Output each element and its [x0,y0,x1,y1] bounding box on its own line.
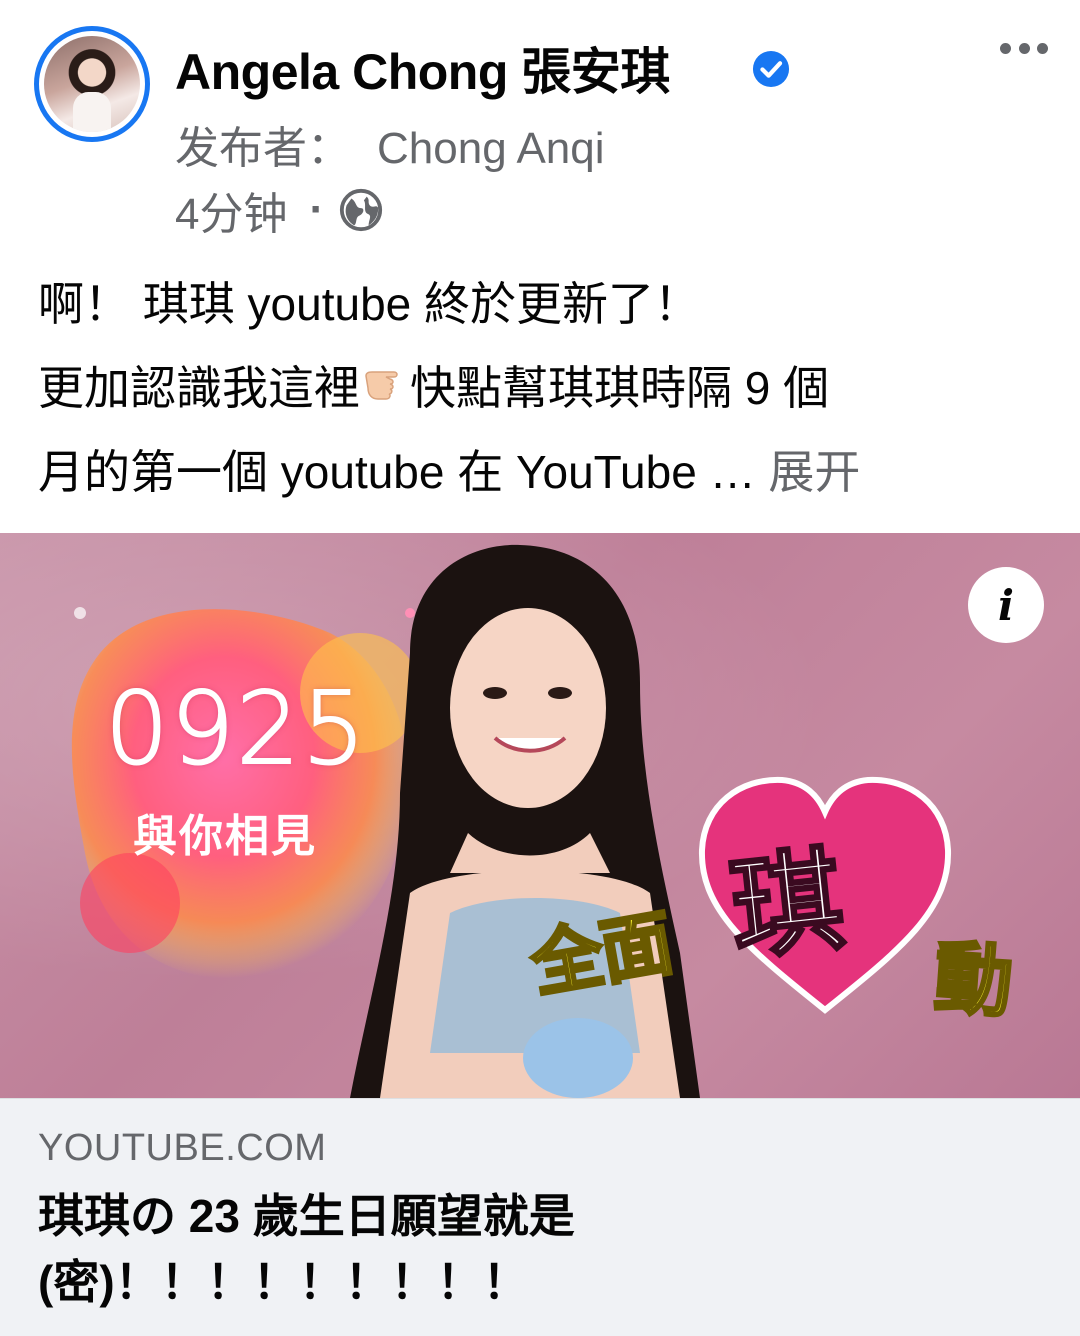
post-message: 啊！ 琪琪 youtube 終於更新了！ 更加認識我這裡 快點幫琪琪時隔 9 個… [38,262,1048,514]
publisher-line: 发布者： Chong Anqi [175,112,605,176]
author-name[interactable]: Angela Chong 張安琪 [175,32,670,104]
verified-badge-icon [752,50,790,88]
avatar-image [44,36,140,132]
thumbnail-slogan-3: 動 [930,932,1017,1030]
post-header: Angela Chong 張安琪 发布者： Chong Anqi 4分钟 · [0,0,1080,250]
meta-separator: · [309,185,325,234]
post-meta: 4分钟 · [175,182,384,239]
pointing-hand-icon [365,371,398,400]
more-options-icon[interactable] [994,28,1054,68]
link-preview-footer[interactable]: YOUTUBE.COM 琪琪の 23 歲生日願望就是 (密)！！！！！！！！！ [0,1098,1080,1336]
post-timestamp[interactable]: 4分钟 [175,178,287,242]
publisher-label: 发布者： [175,124,351,173]
publisher-name[interactable]: Chong Anqi [377,124,605,173]
thumbnail-date: 0925 [104,669,368,788]
thumbnail-slogan-2: 琪 [723,833,851,978]
message-line-3: 月的第一個 youtube 在 YouTube … 展开 [38,430,1048,514]
facebook-post: Angela Chong 張安琪 发布者： Chong Anqi 4分钟 · 啊！… [0,0,1080,1336]
message-line-2: 更加認識我這裡 快點幫琪琪時隔 9 個 [38,346,1048,430]
link-title-line-2: (密)！！！！！！！！！ [38,1256,529,1308]
author-avatar[interactable] [34,26,150,142]
thumbnail-meet: 與你相見 [133,811,317,862]
globe-icon[interactable] [338,187,384,233]
message-line-2a: 更加認識我這裡 [38,362,360,414]
message-line-2b: 快點幫琪琪時隔 9 個 [410,362,830,414]
link-title: 琪琪の 23 歲生日願望就是 (密)！！！！！！！！！ [38,1183,1038,1315]
see-more-link[interactable]: 展开 [768,446,860,498]
link-title-line-1: 琪琪の 23 歲生日願望就是 [38,1190,575,1242]
link-preview-thumbnail[interactable]: 0925 與你相見 全面 琪 動 i [0,533,1080,1098]
message-line-1: 啊！ 琪琪 youtube 終於更新了！ [38,278,701,330]
message-line-3a: 月的第一個 youtube 在 YouTube … [38,446,756,498]
info-icon[interactable]: i [968,567,1044,643]
link-domain: YOUTUBE.COM [38,1127,327,1169]
